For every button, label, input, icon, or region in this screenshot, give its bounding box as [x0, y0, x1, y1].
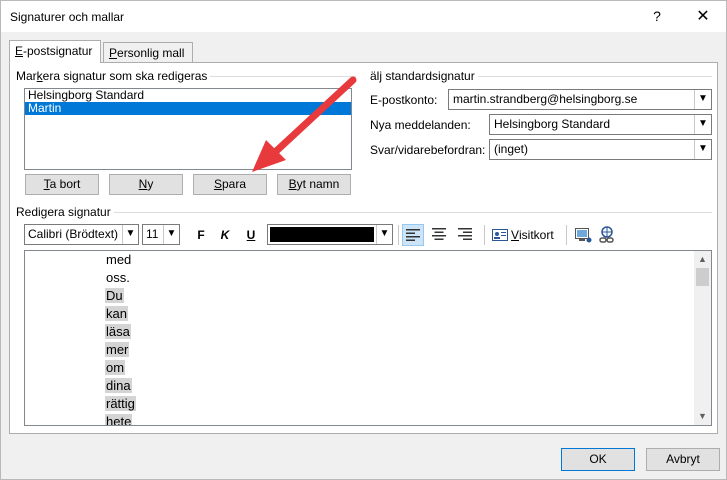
- new-button[interactable]: Ny: [109, 174, 183, 195]
- editor-line: om: [105, 359, 136, 377]
- section-divider: [16, 212, 712, 213]
- editor-line: med: [105, 251, 136, 269]
- editor-line-text: rättig: [105, 396, 136, 411]
- save-button[interactable]: Spara: [193, 174, 267, 195]
- list-item-selected[interactable]: Martin: [25, 102, 351, 115]
- default-section-label: älj standardsignatur: [370, 69, 478, 83]
- bold-button[interactable]: F: [190, 224, 212, 246]
- business-card-icon: [492, 229, 508, 241]
- tab-personal-template[interactable]: Personlig mall: [103, 42, 193, 63]
- insert-picture-icon: [575, 228, 592, 243]
- font-color-swatch: [270, 227, 374, 242]
- rename-button-mnemonic: B: [288, 177, 297, 191]
- editor-line: rättig: [105, 395, 136, 413]
- font-select[interactable]: Calibri (Brödtext) ▼: [24, 224, 139, 245]
- chevron-down-icon: ▼: [694, 140, 711, 159]
- rename-button-label: yt namn: [296, 177, 340, 191]
- editor-section-label: Redigera signatur: [16, 205, 114, 219]
- window-title: Signaturer och mallar: [10, 10, 125, 24]
- editor-line: hete: [105, 413, 136, 425]
- ok-button[interactable]: OK: [561, 448, 635, 471]
- edit-section-label-pre: Mar: [16, 69, 37, 83]
- title-bar: Signaturer och mallar ? ✕: [1, 1, 726, 32]
- signature-list[interactable]: Helsingborg Standard Martin: [24, 88, 352, 170]
- toolbar-separator: [566, 225, 567, 245]
- editor-line: dina: [105, 377, 136, 395]
- new-messages-select[interactable]: Helsingborg Standard ▼: [489, 114, 712, 135]
- signature-editor[interactable]: med oss. Du kan läsa mer om dina rättig hete ▲ ▼: [24, 250, 712, 426]
- edit-section-label-post: era signatur som ska redigeras: [42, 69, 208, 83]
- insert-picture-button[interactable]: [572, 224, 594, 246]
- editor-line-text: om: [105, 360, 126, 375]
- editor-line: mer: [105, 341, 136, 359]
- chevron-down-icon: ▼: [163, 225, 179, 244]
- toolbar-separator: [484, 225, 485, 245]
- chevron-down-icon: ▼: [694, 90, 711, 109]
- font-size-value: 11: [146, 227, 159, 241]
- replies-label: Svar/vidarebefordran:: [370, 143, 486, 157]
- list-item[interactable]: Helsingborg Standard: [25, 89, 351, 102]
- editor-line-text: med: [106, 252, 132, 267]
- italic-button[interactable]: K: [214, 224, 236, 246]
- align-right-button[interactable]: [454, 224, 476, 246]
- save-button-mnemonic: S: [213, 177, 222, 191]
- rename-button[interactable]: Byt namn: [277, 174, 351, 195]
- chevron-down-icon: ▼: [694, 115, 711, 134]
- font-color-select[interactable]: ▼: [267, 224, 393, 245]
- editor-content: med oss. Du kan läsa mer om dina rättig hete: [105, 251, 136, 425]
- chevron-down-icon: ▼: [376, 225, 392, 244]
- account-value: martin.strandberg@helsingborg.se: [453, 92, 638, 106]
- editor-line-text: Du: [105, 288, 124, 303]
- tab-email-signature-mnemonic: E: [15, 44, 24, 58]
- replies-value: (inget): [494, 142, 529, 156]
- font-size-select[interactable]: 11 ▼: [142, 224, 180, 245]
- font-value: Calibri (Brödtext): [28, 227, 119, 241]
- close-button[interactable]: ✕: [681, 1, 725, 32]
- new-button-label: y: [147, 177, 154, 191]
- editor-line-text: läsa: [105, 324, 131, 339]
- link-icon: [599, 226, 614, 243]
- editor-line: kan: [105, 305, 136, 323]
- editor-line: oss.: [105, 269, 136, 287]
- business-card-label: isitkort: [519, 228, 554, 242]
- editor-line: Du: [105, 287, 136, 305]
- insert-link-button[interactable]: [596, 224, 618, 246]
- account-label: E-postkonto:: [370, 93, 438, 107]
- editor-line: läsa: [105, 323, 136, 341]
- new-messages-label: Nya meddelanden:: [370, 118, 471, 132]
- scroll-down-icon[interactable]: ▼: [694, 408, 711, 425]
- delete-button[interactable]: Ta bort: [25, 174, 99, 195]
- toolbar-separator: [398, 225, 399, 245]
- delete-button-label: a bort: [49, 177, 81, 191]
- align-center-icon: [432, 228, 446, 240]
- help-button[interactable]: ?: [635, 1, 679, 32]
- business-card-button[interactable]: Visitkort: [492, 225, 554, 245]
- cancel-button[interactable]: Avbryt: [646, 448, 720, 471]
- tab-email-signature-label: -postsignatur: [23, 44, 93, 58]
- underline-button[interactable]: U: [240, 224, 262, 246]
- tab-email-signature[interactable]: E-postsignatur: [9, 40, 101, 63]
- new-messages-value: Helsingborg Standard: [494, 117, 611, 131]
- align-left-button[interactable]: [402, 224, 424, 246]
- account-select[interactable]: martin.strandberg@helsingborg.se ▼: [448, 89, 712, 110]
- tab-personal-template-mnemonic: P: [109, 46, 118, 60]
- edit-section-label: Markera signatur som ska redigeras: [16, 69, 211, 83]
- align-left-icon: [406, 229, 420, 241]
- scroll-up-icon[interactable]: ▲: [694, 251, 711, 268]
- align-right-icon: [458, 228, 472, 240]
- editor-line-text: oss.: [106, 270, 130, 285]
- replies-select[interactable]: (inget) ▼: [489, 139, 712, 160]
- save-button-label: para: [221, 177, 247, 191]
- editor-line-text: mer: [105, 342, 130, 357]
- scroll-thumb[interactable]: [696, 268, 709, 286]
- tab-personal-template-label: ersonlig mall: [117, 46, 185, 60]
- editor-line-text: hete: [105, 414, 133, 425]
- vertical-scrollbar[interactable]: ▲ ▼: [694, 251, 711, 425]
- editor-line-text: dina: [105, 378, 132, 393]
- chevron-down-icon: ▼: [122, 225, 138, 244]
- editor-line-text: kan: [105, 306, 128, 321]
- align-center-button[interactable]: [428, 224, 450, 246]
- business-card-mnemonic: V: [511, 228, 520, 242]
